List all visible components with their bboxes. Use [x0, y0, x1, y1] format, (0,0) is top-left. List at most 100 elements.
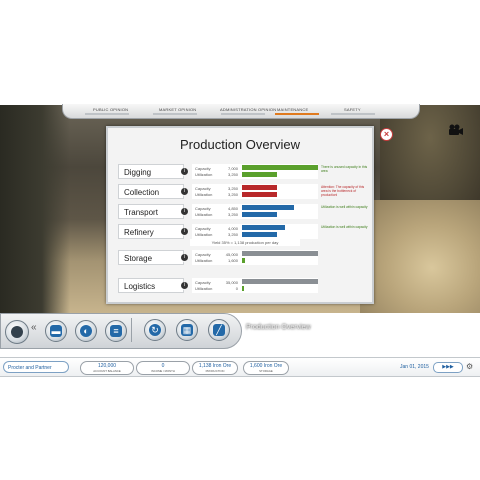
capacity-bar — [242, 279, 318, 284]
utilization-label: Utilization — [195, 172, 213, 177]
tab-administration-opinion[interactable]: ADMINISTRATION OPINION — [220, 107, 276, 112]
tab-maintenance[interactable]: MAINTENANCE — [277, 107, 308, 112]
utilization-bar — [242, 286, 245, 291]
tab-safety[interactable]: SAFETY — [344, 107, 361, 112]
category-label: Collection — [118, 184, 189, 199]
capacity-label: Capacity — [195, 280, 211, 285]
capacity-value: 4,850 — [227, 206, 238, 211]
account-balance-pill: 120,000 ACCOUNT BALANCE — [80, 361, 134, 375]
toolbar-divider — [131, 318, 132, 342]
close-icon[interactable]: × — [380, 128, 393, 141]
utilization-label: Utilization — [195, 212, 213, 217]
capacity-value: 35,000 — [225, 280, 238, 285]
capacity-label: Capacity — [195, 252, 211, 257]
utilization-bar — [242, 258, 246, 263]
utilization-bar — [242, 212, 277, 217]
storage-label: STORAGE — [259, 369, 273, 373]
capacity-bar — [242, 165, 318, 170]
production-pill: 1,138 Iron Ore PRODUCTION — [192, 361, 238, 375]
document-button[interactable]: ≡ — [105, 320, 127, 342]
ruler-icon: ╱ — [213, 324, 225, 336]
capacity-bar — [242, 185, 277, 190]
truck-icon: ▬ — [50, 325, 62, 337]
row-note: Attention: The capacity of this area is … — [321, 185, 365, 197]
current-panel-label: Production Overview — [246, 324, 311, 331]
tab-public-opinion[interactable]: PUBLIC OPINION — [93, 107, 128, 112]
company-name[interactable]: Procter and Partner — [3, 361, 69, 373]
account-balance-label: ACCOUNT BALANCE — [93, 369, 121, 373]
utilization-bar — [242, 172, 277, 177]
tools-button[interactable]: ╱ — [208, 319, 230, 341]
gear-icon[interactable]: ⚙ — [466, 362, 473, 372]
capacity-bar — [242, 225, 286, 230]
yield-summary: Yield 35% = 1,138 production per day — [190, 239, 300, 246]
category-label: Storage — [118, 250, 189, 265]
category-label: Logistics — [118, 278, 189, 293]
category-label: Refinery — [118, 224, 189, 239]
tab-public-opinion-indicator — [85, 113, 129, 115]
info-icon[interactable]: i — [181, 188, 188, 195]
cycle-icon: ↻ — [149, 324, 161, 336]
vehicle-button[interactable]: ▬ — [45, 320, 67, 342]
utilization-value: 3,250 — [227, 232, 238, 237]
speed-controls[interactable]: ▶▶▶ — [433, 362, 463, 373]
row-note: Utilization is well within capacity — [321, 225, 368, 229]
opinion-tab-bar: PUBLIC OPINION MARKET OPINION ADMINISTRA… — [62, 104, 420, 119]
panel-title: Production Overview — [180, 137, 300, 152]
capacity-value: 4,000 — [227, 226, 238, 231]
capacity-value: 3,250 — [227, 186, 238, 191]
info-icon[interactable]: i — [181, 208, 188, 215]
capacity-label: Capacity — [195, 206, 211, 211]
info-icon[interactable]: i — [181, 228, 188, 235]
tab-safety-indicator — [331, 113, 375, 115]
fast-forward-icon[interactable]: ▶▶ — [446, 364, 454, 370]
cycle-button[interactable]: ↻ — [144, 319, 166, 341]
utilization-value: 0 — [235, 286, 238, 291]
utilization-bar — [242, 192, 277, 197]
helmet-icon — [11, 326, 23, 338]
utilization-label: Utilization — [195, 192, 213, 197]
document-icon: ≡ — [110, 325, 122, 337]
info-icon[interactable]: i — [181, 168, 188, 175]
ore-icon: ◐ — [80, 325, 92, 337]
row-note: Utilization is well within capacity — [321, 205, 368, 209]
capacity-value: 45,000 — [225, 252, 238, 257]
utilization-value: 1,600 — [227, 258, 238, 263]
income-label: INCOME / MONTH — [151, 369, 175, 373]
utilization-label: Utilization — [195, 232, 213, 237]
game-date: Jan 01, 2015 — [400, 364, 429, 370]
helmet-menu-button[interactable] — [5, 320, 29, 344]
utilization-label: Utilization — [195, 286, 213, 291]
buildings-button[interactable]: ▦ — [176, 319, 198, 341]
storage-pill: 1,600 Iron Ore STORAGE — [243, 361, 289, 375]
capacity-label: Capacity — [195, 226, 211, 231]
utilization-bar — [242, 232, 277, 237]
resource-button[interactable]: ◐ — [75, 320, 97, 342]
dirt-ground — [360, 200, 480, 313]
forest-silhouette — [0, 105, 70, 313]
capacity-label: Capacity — [195, 166, 211, 171]
info-icon[interactable]: i — [181, 282, 188, 289]
tab-market-opinion-indicator — [153, 113, 197, 115]
capacity-value: 7,000 — [227, 166, 238, 171]
tab-administration-opinion-indicator — [221, 113, 265, 115]
capacity-label: Capacity — [195, 186, 211, 191]
tab-market-opinion[interactable]: MARKET OPINION — [159, 107, 196, 112]
info-icon[interactable]: i — [181, 254, 188, 261]
camera-icon[interactable] — [447, 124, 463, 136]
production-overview-panel: Production Overview Digging i Capacity 7,00… — [106, 126, 374, 304]
category-label: Transport — [118, 204, 189, 219]
income-pill: 0 INCOME / MONTH — [136, 361, 190, 375]
row-note: There is unused capacity in this area — [321, 165, 368, 173]
rocky-hill — [380, 105, 480, 215]
building-icon: ▦ — [181, 324, 193, 336]
category-label: Digging — [118, 164, 189, 179]
utilization-value: 3,250 — [227, 212, 238, 217]
utilization-value: 3,250 — [227, 192, 238, 197]
collapse-arrows-icon[interactable]: « — [31, 322, 37, 333]
utilization-value: 3,250 — [227, 172, 238, 177]
utilization-label: Utilization — [195, 258, 213, 263]
status-bar: Procter and Partner 120,000 ACCOUNT BALA… — [0, 357, 480, 377]
tab-maintenance-indicator — [275, 113, 319, 115]
capacity-bar — [242, 205, 295, 210]
